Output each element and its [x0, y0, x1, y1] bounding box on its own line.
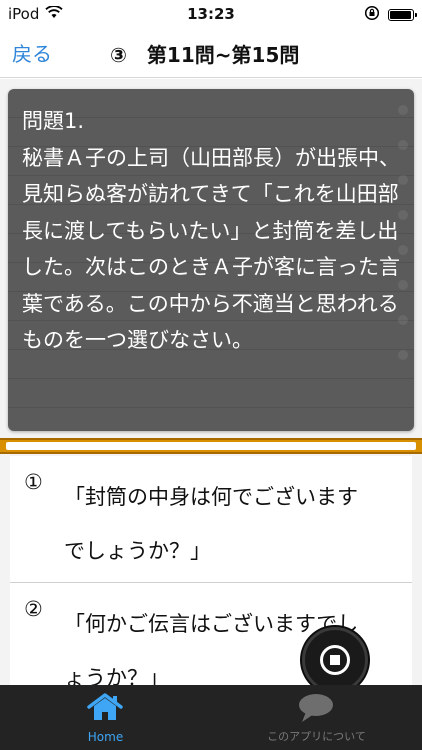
page-title: ③ 第11問~第15問 [110, 43, 300, 67]
answer-text: 「封筒の中身は何でございます でしょうか？」 [64, 485, 358, 563]
battery-icon [388, 9, 417, 21]
question-card: 問題1. 秘書Ａ子の上司（山田部長）が出張中、見知らぬ客が訪れてきて「これを山田… [8, 89, 414, 431]
status-time: 13:23 [187, 5, 235, 23]
navigation-bar: 戻る ③ 第11問~第15問 [0, 28, 422, 78]
answer-number: ② [24, 597, 43, 621]
answer-number: ① [24, 470, 43, 494]
back-button[interactable]: 戻る [12, 38, 52, 67]
tab-about-label: このアプリについて [267, 730, 366, 743]
tab-home[interactable]: Home [0, 685, 211, 750]
card-decoration [398, 105, 408, 385]
tab-bar: Home このアプリについて [0, 685, 422, 750]
question-text: 問題1. 秘書Ａ子の上司（山田部長）が出張中、見知らぬ客が訪れてきて「これを山田… [22, 109, 400, 352]
tab-about[interactable]: このアプリについて [211, 685, 422, 750]
divider-inner [6, 442, 416, 450]
tab-home-label: Home [87, 730, 124, 744]
stop-button[interactable] [302, 627, 368, 693]
stop-icon [320, 645, 350, 675]
answer-option-1[interactable]: ① 「封筒の中身は何でございます でしょうか？」 [10, 456, 412, 583]
section-divider [0, 438, 422, 454]
status-bar: iPod 13:23 [0, 0, 422, 28]
home-icon [87, 693, 123, 725]
orientation-lock-icon [364, 5, 380, 25]
speech-bubble-icon [297, 693, 335, 727]
status-right [364, 5, 417, 25]
